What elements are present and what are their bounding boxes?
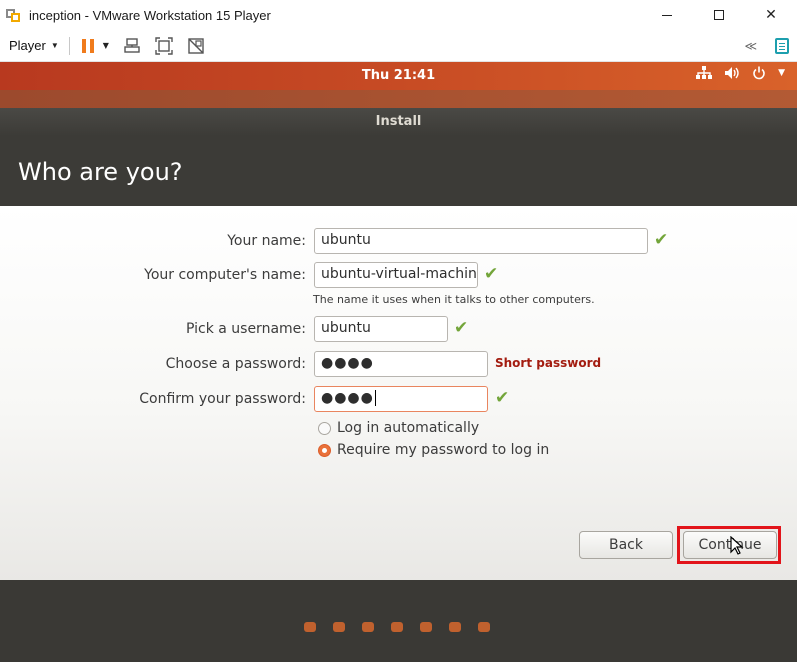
volume-icon [725, 67, 739, 79]
collapse-toolbar-icon[interactable]: ≪ [744, 39, 757, 53]
computer-name-label: Your computer's name: [144, 267, 306, 283]
annotation-highlight-box [677, 526, 781, 564]
vmware-title-bar: inception - VMware Workstation 15 Player… [0, 0, 797, 30]
close-button[interactable]: ✕ [745, 0, 797, 30]
unity-icon[interactable] [187, 37, 205, 55]
confirm-password-label: Confirm your password: [139, 391, 306, 407]
name-label: Your name: [227, 233, 306, 249]
progress-indicator [304, 622, 490, 632]
confirm-password-valid-check-icon: ✔ [495, 388, 510, 408]
minimize-button[interactable] [641, 0, 693, 30]
send-ctrl-alt-del-icon[interactable] [123, 37, 141, 55]
login-require-option[interactable]: Require my password to log in [318, 442, 549, 458]
window-title: inception - VMware Workstation 15 Player [29, 7, 271, 23]
password-strength: Short password [495, 356, 602, 370]
page-title: Who are you? [18, 158, 183, 186]
close-icon: ✕ [765, 7, 777, 23]
installer-header: Install Who are you? [0, 108, 797, 206]
minimize-icon [662, 14, 672, 16]
password-field[interactable]: ●●●● [314, 351, 488, 377]
password-label: Choose a password: [165, 356, 306, 372]
notes-icon[interactable] [775, 38, 789, 54]
installer-footer [0, 580, 797, 662]
name-valid-check-icon: ✔ [654, 230, 669, 250]
confirm-password-value: ●●●● [321, 390, 374, 406]
progress-dot [333, 622, 345, 632]
progress-dot [449, 622, 461, 632]
username-label: Pick a username: [185, 321, 306, 337]
vmware-toolbar: Player ▼ ▼ ≪ [0, 30, 797, 62]
confirm-password-field[interactable]: ●●●● [314, 386, 488, 412]
power-icon [753, 66, 765, 80]
username-field[interactable]: ubuntu [314, 316, 448, 342]
login-require-radio[interactable] [318, 443, 331, 457]
name-field[interactable]: ubuntu [314, 228, 648, 254]
text-cursor [374, 390, 376, 406]
progress-dot [304, 622, 316, 632]
login-auto-option[interactable]: Log in automatically [318, 420, 479, 436]
toolbar-divider [68, 36, 70, 55]
fit-window-icon[interactable] [155, 36, 173, 55]
toolbar-right: ≪ [744, 30, 789, 62]
computer-name-field[interactable]: ubuntu-virtual-machine [314, 262, 478, 288]
progress-dot [420, 622, 432, 632]
username-valid-check-icon: ✔ [454, 318, 469, 338]
computer-name-hint: The name it uses when it talks to other … [313, 293, 595, 306]
installer-window-title: Install [375, 114, 422, 129]
menu-caret-icon: ▼ [778, 68, 785, 78]
ubuntu-top-panel: Thu 21:41 ▼ [0, 62, 797, 90]
screen: inception - VMware Workstation 15 Player… [0, 0, 797, 662]
network-icon [696, 66, 713, 79]
progress-dot [362, 622, 374, 632]
login-require-label: Require my password to log in [337, 442, 550, 458]
progress-dot [391, 622, 403, 632]
installer-content: Your name: ubuntu ✔ Your computer's name… [0, 206, 797, 580]
mouse-pointer-icon [730, 536, 744, 555]
login-auto-label: Log in automatically [337, 420, 480, 436]
system-tray[interactable]: ▼ [696, 66, 785, 80]
panel-clock[interactable]: Thu 21:41 [0, 68, 797, 83]
maximize-icon [714, 10, 724, 20]
vmware-player-icon [5, 6, 23, 24]
back-button[interactable]: Back [579, 531, 673, 559]
pause-icon[interactable] [81, 38, 94, 53]
pause-menu-chevron-icon[interactable]: ▼ [103, 41, 109, 50]
desktop-background-strip [0, 90, 797, 108]
chevron-down-icon: ▼ [50, 41, 59, 50]
window-controls: ✕ [641, 0, 797, 30]
computer-name-valid-check-icon: ✔ [484, 264, 499, 284]
progress-dot [478, 622, 490, 632]
maximize-button[interactable] [693, 0, 745, 30]
player-menu[interactable]: Player ▼ [9, 38, 59, 53]
login-auto-radio[interactable] [318, 421, 331, 435]
player-menu-label: Player [9, 38, 46, 53]
